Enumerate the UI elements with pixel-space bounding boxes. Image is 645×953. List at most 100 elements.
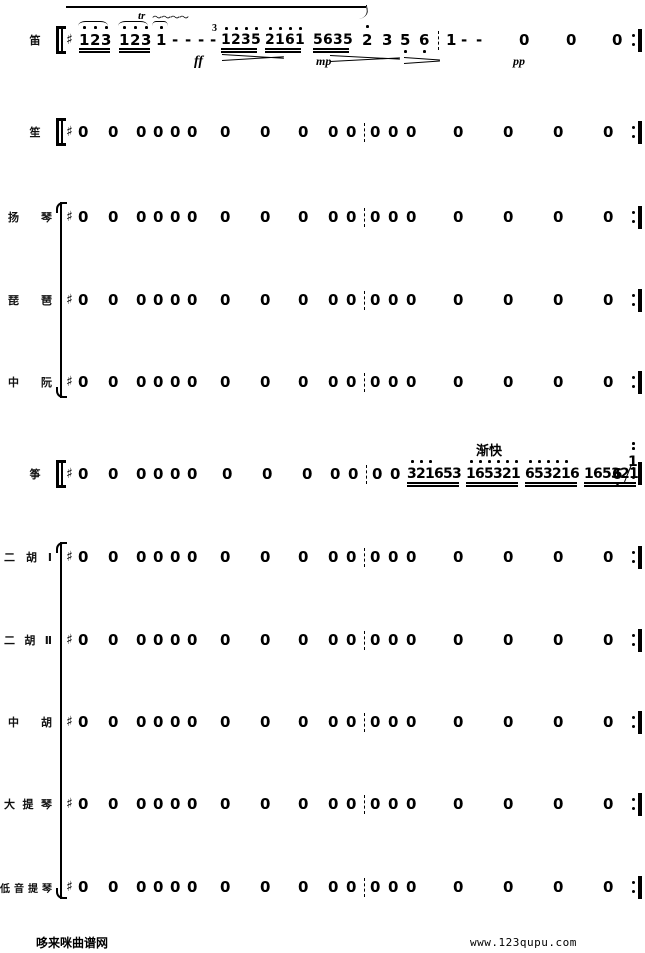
octave-dot-up — [279, 27, 282, 30]
rest: 0 — [170, 465, 181, 483]
barline-dashed — [364, 291, 365, 310]
beam — [466, 485, 518, 487]
staff-content-erhu2: ♯ 0 0 0 0 0 0 0 0 0 0 0 0 0 0 0 0 0 0 — [66, 628, 645, 652]
rest: 0 — [170, 631, 181, 649]
beam — [525, 482, 577, 484]
rest: 0 — [262, 465, 273, 483]
beam — [265, 51, 301, 53]
rest: 0 — [553, 713, 564, 731]
rest: 0 — [78, 291, 89, 309]
note: 1 — [156, 31, 167, 49]
note: 1 — [446, 31, 457, 49]
instrument-label-zhonghu: 中 胡 — [8, 710, 52, 734]
staff-row-erhu1: 二 胡 Ⅰ ♯ 0 0 0 0 0 0 0 0 0 0 0 0 0 0 0 0 0 0 — [0, 545, 645, 605]
beam — [407, 485, 459, 487]
site-name-watermark: 哆来咪曲谱网 — [36, 936, 109, 950]
label-char: 胡 — [25, 551, 37, 564]
rest: 0 — [370, 123, 381, 141]
barline-dashed — [364, 795, 365, 814]
octave-dot-up — [470, 460, 473, 463]
rest: 0 — [153, 291, 164, 309]
rest: 0 — [136, 631, 147, 649]
staff-row-zhongruan: 中 阮 ♯ 0 0 0 0 0 0 0 0 0 0 0 0 0 0 0 0 0 0 — [0, 370, 645, 430]
rest: 0 — [108, 291, 119, 309]
rest: 0 — [187, 373, 198, 391]
rest: 0 — [406, 373, 417, 391]
rest: 0 — [136, 713, 147, 731]
rest: 0 — [566, 31, 577, 49]
octave-dot-up — [255, 27, 258, 30]
rest: 0 — [503, 631, 514, 649]
rest: 0 — [519, 31, 530, 49]
beam — [525, 485, 577, 487]
rest: 0 — [453, 795, 464, 813]
octave-dot-up — [225, 27, 228, 30]
instrument-label-pipa: 琵 琶 — [8, 288, 52, 312]
rest: 0 — [153, 123, 164, 141]
rest: 0 — [220, 291, 231, 309]
label-char: 琵 — [8, 294, 19, 307]
label-char: Ⅰ — [47, 550, 52, 564]
beam — [584, 485, 636, 487]
staff-content-datiqin: ♯ 0 0 0 0 0 0 0 0 0 0 0 0 0 0 0 0 0 0 — [66, 792, 645, 816]
octave-dot-up — [420, 460, 423, 463]
rest: 0 — [328, 795, 339, 813]
rest: 0 — [153, 208, 164, 226]
octave-dot-down — [616, 484, 619, 487]
beam — [407, 482, 459, 484]
rest: 0 — [603, 548, 614, 566]
rest: 0 — [503, 291, 514, 309]
label-char: 低 — [0, 883, 10, 895]
octave-dot-down — [423, 50, 426, 53]
rest: 0 — [260, 208, 271, 226]
rest: 0 — [108, 373, 119, 391]
rest: 0 — [108, 631, 119, 649]
octave-dot-up — [83, 26, 86, 29]
octave-dot-up — [105, 26, 108, 29]
repeat-end-barline — [631, 462, 642, 485]
rest: 0 — [153, 631, 164, 649]
rest: 0 — [260, 713, 271, 731]
instrument-label-dizi: 笛 — [18, 28, 52, 52]
rest: 0 — [406, 208, 417, 226]
rest: 0 — [136, 878, 147, 896]
octave-dot-up — [366, 25, 369, 28]
label-char: 提 — [28, 883, 38, 895]
rest: 0 — [78, 373, 89, 391]
rest: 0 — [346, 713, 357, 731]
rest: 0 — [603, 631, 614, 649]
octave-dot-up — [538, 460, 541, 463]
beam — [313, 51, 349, 53]
repeat-end-barline — [631, 206, 642, 229]
rest: 0 — [136, 291, 147, 309]
rest: 0 — [108, 548, 119, 566]
site-url-watermark: www.123qupu.com — [470, 936, 577, 949]
rest: 0 — [328, 631, 339, 649]
rest: 0 — [328, 291, 339, 309]
rest: 0 — [328, 373, 339, 391]
repeat-end-barline — [631, 546, 642, 569]
repeat-end-barline — [631, 289, 642, 312]
octave-dot-up — [565, 460, 568, 463]
rest: 0 — [220, 208, 231, 226]
rest: 0 — [603, 291, 614, 309]
crescendo-hairpin — [329, 55, 400, 62]
rest: 0 — [453, 548, 464, 566]
system-bracket-strings-group — [56, 542, 68, 899]
rest: 0 — [553, 208, 564, 226]
repeat-end-barline — [631, 121, 642, 144]
repeat-end-barline — [631, 29, 642, 52]
rest: 0 — [187, 291, 198, 309]
key-signature: ♯ — [66, 32, 73, 48]
label-char: 笙 — [29, 126, 41, 139]
octave-dot-up — [488, 460, 491, 463]
beam — [119, 48, 150, 50]
system-bracket-plucked-group — [56, 202, 68, 398]
rest: 0 — [298, 123, 309, 141]
repeat-end-barline — [631, 371, 642, 394]
instrument-label-yangqin: 扬 琴 — [8, 205, 52, 229]
beam — [79, 51, 110, 53]
rest: 0 — [370, 208, 381, 226]
beam — [313, 48, 349, 50]
staff-row-erhu2: 二 胡 Ⅱ ♯ 0 0 0 0 0 0 0 0 0 0 0 0 0 0 0 0 0 0 — [0, 628, 645, 688]
